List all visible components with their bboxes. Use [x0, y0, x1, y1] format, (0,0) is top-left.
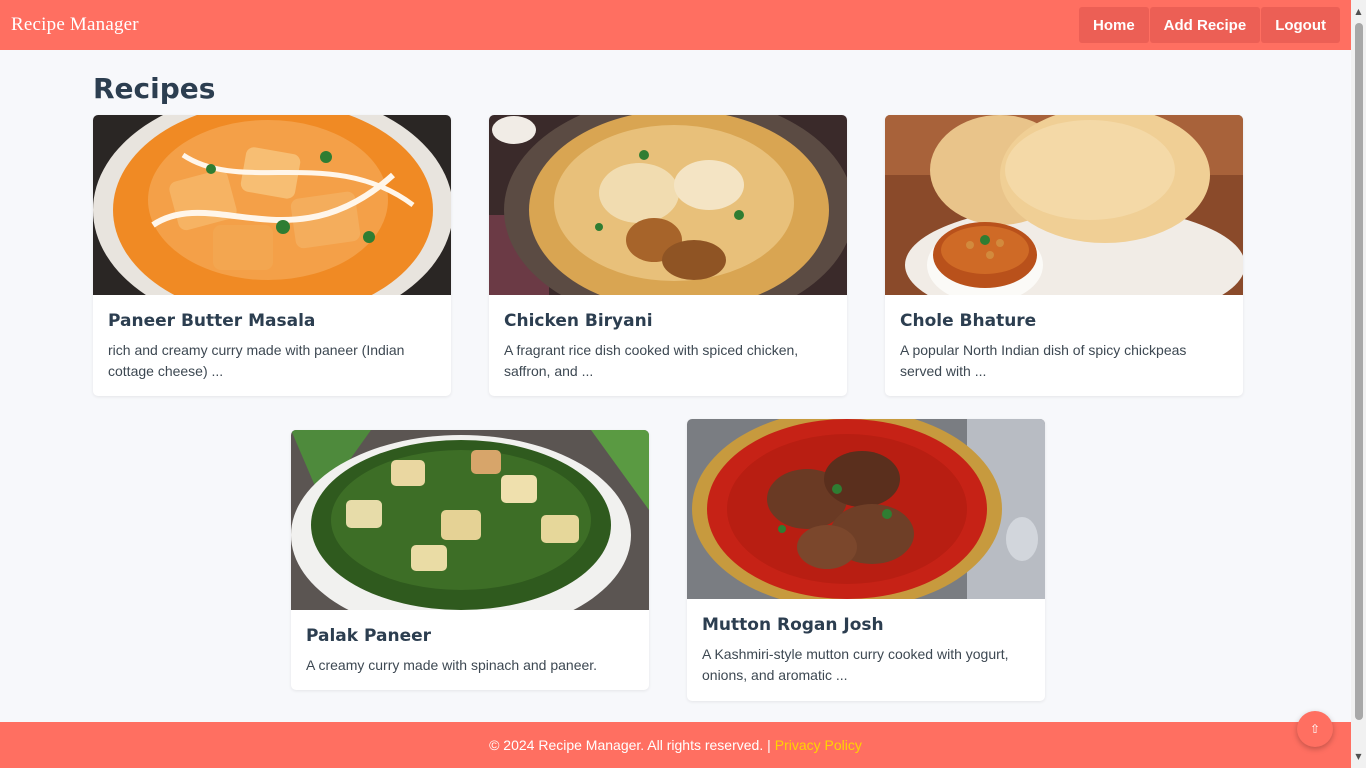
recipe-description: A fragrant rice dish cooked with spiced …	[504, 342, 799, 379]
recipe-card[interactable]: Chicken Biryani A fragrant rice dish coo…	[489, 115, 847, 396]
paneer-butter-masala-image[interactable]	[93, 115, 451, 295]
recipe-card[interactable]: Palak Paneer A creamy curry made with sp…	[291, 430, 649, 690]
nav-links: Home Add Recipe Logout	[1078, 7, 1340, 43]
footer-copyright: © 2024 Recipe Manager. All rights reserv…	[489, 737, 771, 753]
palak-paneer-image[interactable]	[291, 430, 649, 610]
scroll-to-top-button[interactable]: ⇧	[1297, 711, 1333, 747]
recipe-card[interactable]: Chole Bhature A popular North Indian dis…	[885, 115, 1243, 396]
scroll-up-arrow-icon[interactable]: ▲	[1351, 3, 1366, 20]
nav-home-button[interactable]: Home	[1078, 7, 1149, 43]
recipe-card[interactable]: Mutton Rogan Josh A Kashmiri-style mutto…	[687, 419, 1045, 701]
navbar: Recipe Manager Home Add Recipe Logout	[0, 0, 1351, 50]
page-scrollbar[interactable]: ▲ ▼	[1351, 0, 1366, 768]
privacy-policy-link[interactable]: Privacy Policy	[775, 737, 862, 753]
brand-title[interactable]: Recipe Manager	[11, 14, 139, 36]
recipe-title[interactable]: Mutton Rogan Josh	[702, 615, 1030, 635]
nav-logout-button[interactable]: Logout	[1261, 7, 1340, 43]
page-title: Recipes	[93, 72, 216, 105]
arrow-up-icon: ⇧	[1309, 722, 1321, 736]
recipe-title[interactable]: Palak Paneer	[306, 626, 634, 646]
scroll-down-arrow-icon[interactable]: ▼	[1351, 748, 1366, 765]
nav-add-recipe-button[interactable]: Add Recipe	[1149, 7, 1261, 43]
recipe-description: rich and creamy curry made with paneer (…	[108, 342, 405, 379]
recipe-description: A popular North Indian dish of spicy chi…	[900, 342, 1187, 379]
recipe-title[interactable]: Paneer Butter Masala	[108, 311, 436, 331]
recipe-description: A creamy curry made with spinach and pan…	[306, 657, 598, 673]
recipe-card[interactable]: Paneer Butter Masala rich and creamy cur…	[93, 115, 451, 396]
chole-bhature-image[interactable]	[885, 115, 1243, 295]
recipe-title[interactable]: Chicken Biryani	[504, 311, 832, 331]
recipe-title[interactable]: Chole Bhature	[900, 311, 1228, 331]
chicken-biryani-image[interactable]	[489, 115, 847, 295]
recipe-description: A Kashmiri-style mutton curry cooked wit…	[702, 646, 1009, 683]
scrollbar-thumb[interactable]	[1355, 23, 1363, 720]
footer: © 2024 Recipe Manager. All rights reserv…	[0, 722, 1351, 768]
mutton-rogan-josh-image[interactable]	[687, 419, 1045, 599]
